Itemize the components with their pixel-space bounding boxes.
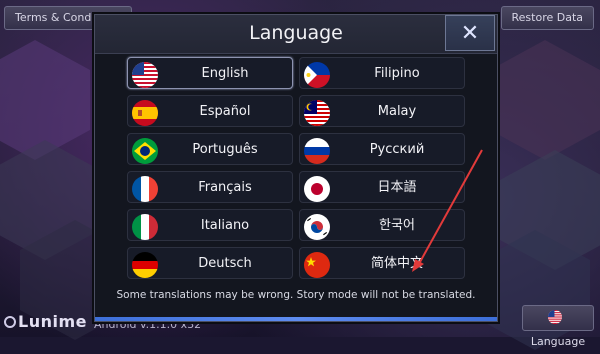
annotation-arrow	[412, 149, 483, 272]
